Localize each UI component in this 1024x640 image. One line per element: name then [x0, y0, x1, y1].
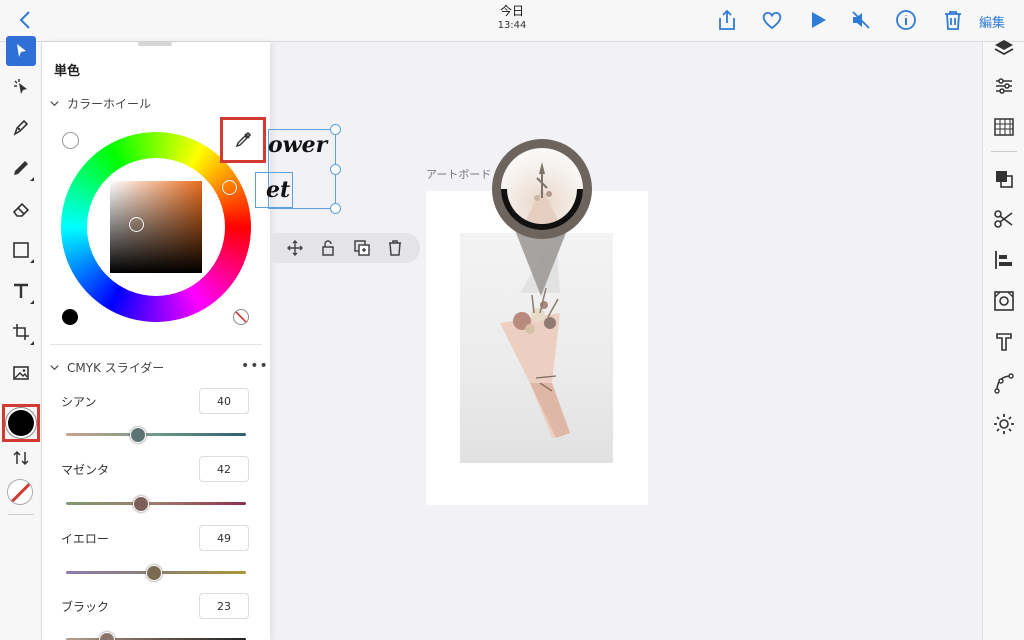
edit-button[interactable]: 編集 — [979, 12, 1005, 31]
wheel-section-label: カラーホイール — [67, 97, 152, 111]
white-swatch[interactable] — [62, 132, 79, 149]
resize-handle[interactable] — [330, 164, 341, 175]
transform-tool[interactable] — [6, 317, 36, 347]
cyan-slider[interactable] — [66, 433, 246, 436]
selection-tool[interactable] — [6, 36, 36, 66]
heart-icon[interactable] — [760, 8, 784, 32]
eraser-tool[interactable] — [6, 194, 36, 224]
swatches-grid-icon[interactable] — [992, 115, 1016, 139]
right-toolbar — [982, 40, 1024, 640]
panel-grabber[interactable] — [138, 42, 172, 46]
yellow-label: イエロー — [61, 532, 109, 546]
time-text: 13:44 — [497, 20, 527, 31]
info-icon[interactable] — [894, 8, 918, 32]
image-tool[interactable] — [6, 358, 36, 388]
eyedropper-loupe — [492, 139, 592, 239]
yellow-value-field[interactable]: 49 — [199, 525, 249, 551]
eyedropper-icon — [235, 131, 252, 148]
pen-tool[interactable] — [6, 112, 36, 142]
settings-gear-icon[interactable] — [992, 412, 1016, 436]
submenu-corner — [30, 177, 34, 181]
back-chevron-icon[interactable] — [14, 8, 38, 32]
resize-handle[interactable] — [330, 203, 341, 214]
image-trace-icon[interactable] — [992, 289, 1016, 313]
properties-sliders-icon[interactable] — [992, 74, 1016, 98]
saturation-brightness-square[interactable] — [110, 181, 202, 273]
trash-icon[interactable] — [941, 8, 965, 32]
object-action-bar — [270, 233, 420, 263]
color-mode-title[interactable]: 単色 — [54, 60, 80, 79]
delete-icon[interactable] — [386, 239, 404, 257]
loupe-sampled-ring — [501, 189, 583, 230]
chevron-down-icon — [50, 101, 59, 107]
unlock-icon[interactable] — [319, 239, 337, 257]
pencil-icon — [14, 161, 28, 175]
black-label: ブラック — [61, 600, 110, 614]
eyedropper-button[interactable] — [220, 117, 266, 163]
left-toolbar — [0, 36, 42, 640]
wheel-section-header[interactable]: カラーホイール — [50, 95, 151, 112]
rectangle-icon — [13, 242, 29, 258]
section-divider — [50, 344, 262, 345]
cyan-slider-thumb[interactable] — [130, 427, 146, 443]
magenta-value-field[interactable]: 42 — [199, 456, 249, 482]
swap-colors-icon[interactable] — [12, 449, 30, 467]
direct-selection-tool[interactable] — [6, 72, 36, 102]
type-tool[interactable] — [6, 276, 36, 306]
share-icon[interactable] — [715, 8, 739, 32]
black-value-field[interactable]: 23 — [199, 593, 249, 619]
submenu-corner — [30, 259, 34, 263]
resize-handle[interactable] — [330, 124, 341, 135]
type-icon — [14, 283, 28, 298]
magenta-label: マゼンタ — [61, 463, 110, 477]
align-left-icon[interactable] — [992, 248, 1016, 272]
scissors-icon[interactable] — [992, 207, 1016, 231]
artwork-text-line-1[interactable]: ower — [268, 132, 327, 158]
crop-transform-icon — [13, 324, 29, 340]
stroke-color-none-swatch[interactable] — [7, 479, 33, 505]
pointer-icon — [17, 44, 26, 57]
layers-icon[interactable] — [992, 36, 1016, 60]
eraser-icon — [12, 202, 30, 217]
cyan-value-field[interactable]: 40 — [199, 388, 249, 414]
pathfinder-icon[interactable] — [992, 167, 1016, 191]
cmyk-section-header[interactable]: CMYK スライダー — [50, 359, 164, 376]
cmyk-section-label: CMYK スライダー — [67, 361, 165, 375]
color-panel: 単色 カラーホイール CMYK スライダー ••• シアン 40 マゼンタ 42… — [42, 42, 270, 640]
top-bar: 今日 13:44 編集 — [0, 0, 1024, 42]
pen-icon — [13, 119, 29, 136]
text-properties-icon[interactable] — [992, 330, 1016, 354]
submenu-corner — [30, 341, 34, 345]
submenu-corner — [30, 300, 34, 304]
hue-handle[interactable] — [222, 180, 237, 195]
cyan-label: シアン — [61, 395, 97, 409]
yellow-slider-thumb[interactable] — [146, 565, 162, 581]
no-color-icon[interactable] — [232, 308, 250, 326]
mute-icon[interactable] — [849, 8, 873, 32]
magenta-slider[interactable] — [66, 502, 246, 505]
artboard-label: アートボード — [426, 168, 492, 181]
move-icon[interactable] — [286, 239, 304, 257]
black-slider-thumb[interactable] — [99, 632, 115, 640]
magenta-slider-thumb[interactable] — [133, 496, 149, 512]
tool-divider — [8, 514, 34, 515]
document-title: 今日 13:44 — [462, 4, 562, 32]
duplicate-icon[interactable] — [353, 239, 371, 257]
rectangle-tool[interactable] — [6, 235, 36, 265]
fill-color-swatch[interactable] — [2, 404, 40, 442]
fill-color-dot — [8, 410, 34, 436]
black-swatch[interactable] — [62, 309, 78, 325]
play-icon[interactable] — [806, 8, 830, 32]
more-options-button[interactable]: ••• — [241, 358, 269, 374]
artwork-text-line-2[interactable]: et — [266, 177, 290, 203]
title-text: 今日 — [499, 4, 524, 18]
chevron-down-icon — [50, 365, 59, 371]
pencil-tool[interactable] — [6, 153, 36, 183]
magic-pointer-icon — [14, 79, 27, 94]
image-icon — [13, 366, 29, 380]
toolbar-divider — [991, 151, 1017, 152]
path-anchor-icon[interactable] — [992, 371, 1016, 395]
sv-handle[interactable] — [129, 217, 144, 232]
